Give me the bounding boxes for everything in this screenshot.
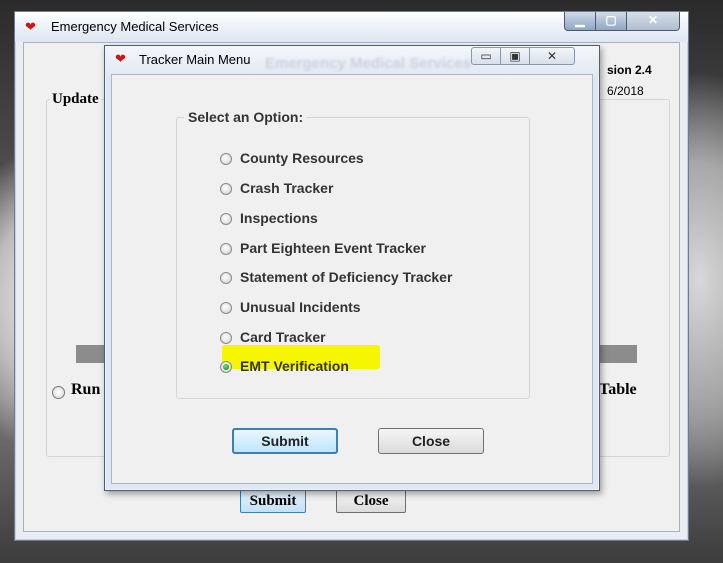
outer-minimize-button[interactable]: ▁ [564,12,596,31]
modal-close-button[interactable]: ✕ [529,47,575,65]
version-label: sion 2.4 [607,63,652,77]
option-label: Statement of Deficiency Tracker [240,269,453,285]
radio-button[interactable] [220,183,232,195]
option-label: EMT Verification [240,358,349,374]
option-label: Card Tracker [240,329,326,345]
modal-titlebar[interactable]: ❤ Tracker Main Menu Emergency Medical Se… [105,46,599,74]
minimize-icon: ▭ [480,49,492,63]
option-label: County Resources [240,150,364,166]
option-label: Unusual Incidents [240,299,361,315]
table-label: Table [599,381,637,398]
outer-submit-button[interactable]: Submit [240,489,306,513]
progress-bar-right [597,345,637,363]
close-icon: ✕ [647,13,659,27]
close-button[interactable]: Close [378,428,484,454]
tracker-main-menu-dialog: ❤ Tracker Main Menu Emergency Medical Se… [104,45,600,491]
run-radio-label: Run [71,381,101,398]
maximize-icon: ▢ [605,13,617,27]
radio-button[interactable] [220,153,232,165]
close-icon: ✕ [546,49,558,63]
outer-close-action-button[interactable]: Close [336,489,406,513]
radio-button[interactable] [220,272,232,284]
outer-titlebar[interactable]: ❤ Emergency Medical Services ▁ ▢ ✕ [15,12,688,42]
modal-title: Tracker Main Menu [139,52,251,67]
submit-button[interactable]: Submit [232,428,338,454]
minimize-icon: ▁ [575,13,585,27]
options-group-title: Select an Option: [184,109,308,125]
outer-window-title: Emergency Medical Services [51,19,219,34]
run-radio[interactable] [52,386,65,399]
option-label: Inspections [240,210,318,226]
option-label: Crash Tracker [240,180,334,196]
date-label: 6/2018 [607,84,644,98]
radio-button[interactable] [220,302,232,314]
radio-button[interactable] [220,243,232,255]
maximize-icon: ▣ [509,49,521,63]
update-group-title: Update [50,91,101,108]
radio-button[interactable] [220,332,232,344]
option-label: Part Eighteen Event Tracker [240,240,426,256]
modal-ghost-title: Emergency Medical Services [265,55,471,72]
radio-button[interactable] [220,213,232,225]
heart-icon: ❤ [25,19,36,34]
modal-client-area: Select an Option: County Resources Crash… [111,74,593,484]
modal-minimize-button[interactable]: ▭ [471,47,501,65]
modal-maximize-button[interactable]: ▣ [500,47,530,65]
radio-button-selected[interactable] [220,361,232,373]
heart-icon: ❤ [115,51,126,66]
outer-close-button[interactable]: ✕ [626,12,680,31]
outer-maximize-button[interactable]: ▢ [595,12,627,31]
